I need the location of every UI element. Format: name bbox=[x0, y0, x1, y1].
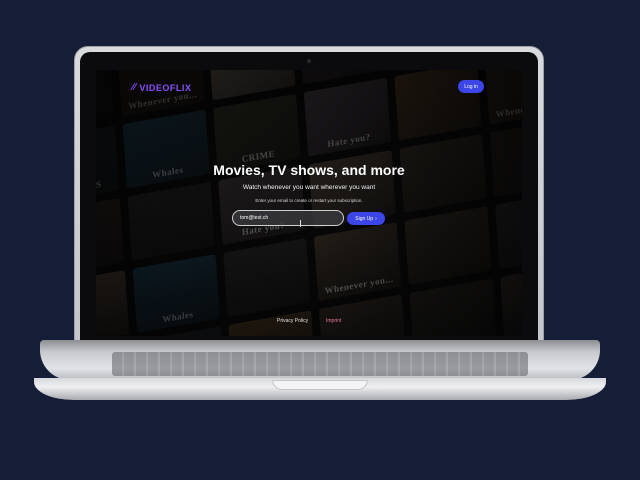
background-overlay bbox=[96, 70, 522, 336]
privacy-policy-link[interactable]: Privacy Policy bbox=[277, 318, 308, 324]
app-screen: Whenever you...SHADOWSWhalesCRIMEHate yo… bbox=[96, 70, 522, 336]
laptop-trackpad-notch bbox=[272, 380, 368, 390]
login-button[interactable]: Log in bbox=[458, 80, 484, 93]
logo-mark-icon: ⁄⁄ bbox=[132, 82, 137, 93]
webcam-icon bbox=[307, 59, 311, 63]
app-logo[interactable]: ⁄⁄ VIDEOFLIX bbox=[132, 82, 191, 93]
hero-hint: Enter your email to create or restart yo… bbox=[255, 198, 363, 203]
signup-button-label: Sign Up bbox=[355, 215, 374, 222]
logo-text: VIDEOFLIX bbox=[139, 82, 192, 93]
email-input[interactable]: tom@test.ch bbox=[232, 210, 344, 226]
imprint-link[interactable]: Imprint bbox=[326, 318, 341, 324]
signup-button[interactable]: Sign Up › bbox=[347, 212, 385, 225]
laptop-keyboard bbox=[112, 352, 528, 376]
hero-subtitle: Watch whenever you want wherever you wan… bbox=[242, 184, 376, 191]
text-cursor-icon bbox=[300, 220, 301, 227]
chevron-right-icon: › bbox=[375, 215, 377, 222]
hero-title: Movies, TV shows, and more bbox=[213, 162, 405, 178]
email-input-value: tom@test.ch bbox=[240, 215, 269, 221]
